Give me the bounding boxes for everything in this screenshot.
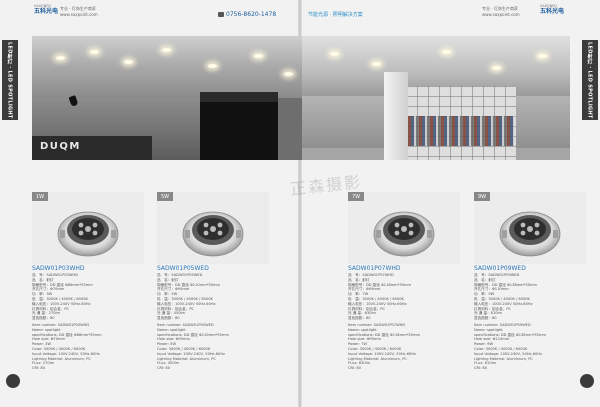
downlight [442,50,451,54]
spec-line: 显色指数：80 [157,316,180,321]
side-tab-left: LED射灯 · LED SPOTLIGHT [2,40,18,120]
slogan-website: www.saxpoint.com [60,12,98,17]
product-model: SADW01P03WHD [32,265,85,272]
downlight [90,50,99,54]
side-tab-label: LED射灯 · LED SPOTLIGHT [6,41,13,119]
downlight [372,62,381,66]
product-photo [498,200,562,260]
spec-list-cn: 品 号：SADW01P03WHD 品 名：射灯 规格型号：DD 直径 Φ86mm*5… [32,273,144,321]
downlight [124,60,133,64]
spec-line: 显色指数：80 [348,316,371,321]
spec-list-en: Item number: SADW01P03WHD Name: spotlight… [32,323,144,371]
product-model: SADW01P07WHD [348,265,401,272]
spec-list-cn: 品 号：SADW01P05WED 品 名：射灯 规格型号：DD 直径 Φ110mm*… [157,273,269,321]
wattage-badge: 1W [32,192,48,201]
spec-line: CRI: 80 [474,366,487,371]
product-model: SADW01P09WED [474,265,526,272]
header-slogan-left: 专业 · 灯饰生产商家 www.saxpoint.com [60,6,98,17]
downlight [492,66,501,70]
wattage-badge: 5W [157,192,173,201]
wattage-badge: 9W [474,192,490,201]
catalog-spread: SAXONPU 五科光电 专业 · 灯饰生产商家 www.saxpoint.co… [0,0,600,407]
downlight [284,72,293,76]
spec-line: 显色指数：80 [32,316,55,321]
slogan-website: www.saxpoint.com [482,12,520,17]
banner-photo: DUQM [32,36,570,160]
product-image-card: 5W [157,192,269,264]
product-photo [372,200,436,260]
telephone-icon [218,12,224,17]
page-marker-right [580,374,594,388]
black-pillar [200,92,278,160]
spec-line: CRI: 80 [157,366,170,371]
header-phone: 0756-8620-1478 [218,11,276,18]
downlight [254,54,263,58]
downlight [330,52,339,56]
downlight [208,64,217,68]
side-tab-right: LED射灯 · LED SPOTLIGHT [582,40,598,120]
header-tagline: 节能光源 · 照明解决方案 [308,12,363,18]
pillar-band [200,92,278,102]
spec-list-en: Item number: SADW01P05WED Name: spotlight… [157,323,269,371]
product-image-card: 1W [32,192,144,264]
product-photo [56,200,120,260]
store-logo: DUQM [40,141,81,152]
spotlight-lamp-icon [57,211,119,257]
brand-logo-left: SAXONPU 五科光电 [34,4,59,15]
product-image-card: 9W [474,192,586,264]
spec-line: CRI: 80 [32,366,45,371]
product-model: SADW01P05WED [157,265,209,272]
product-image-card: 7W [348,192,460,264]
spotlight-lamp-icon [373,211,435,257]
wattage-badge: 7W [348,192,364,201]
shelf-goods [408,116,514,146]
spec-list-en: Item number: SADW01P07WHD Name: spotlight… [348,323,460,371]
downlight [162,48,171,52]
page-marker-left [6,374,20,388]
spotlight-lamp-icon [499,211,561,257]
spec-list-cn: 品 号：SADW01P09WED 品 名：射灯 规格型号：DD 直径 Φ138mm*… [474,273,586,321]
phone-number: 0756-8620-1478 [226,11,277,18]
spec-list-en: Item number: SADW01P09WED Name: spotlight… [474,323,586,371]
downlight [56,56,65,60]
spec-line: 显色指数：80 [474,316,497,321]
white-column [384,72,408,160]
brand-cn: 五科光电 [540,8,565,15]
spotlight-lamp-icon [182,211,244,257]
product-photo [181,200,245,260]
spec-line: CRI: 80 [348,366,361,371]
downlight [538,54,547,58]
header-slogan-right: 专业 · 灯饰生产商家 www.saxpoint.com [482,6,520,17]
side-tab-label: LED射灯 · LED SPOTLIGHT [586,41,593,119]
brand-cn: 五科光电 [34,8,59,15]
brand-logo-right: SAXONPU 五科光电 [540,4,565,15]
spec-list-cn: 品 号：SADW01P07WHD 品 名：射灯 规格型号：DD 直径 Φ118mm*… [348,273,460,321]
